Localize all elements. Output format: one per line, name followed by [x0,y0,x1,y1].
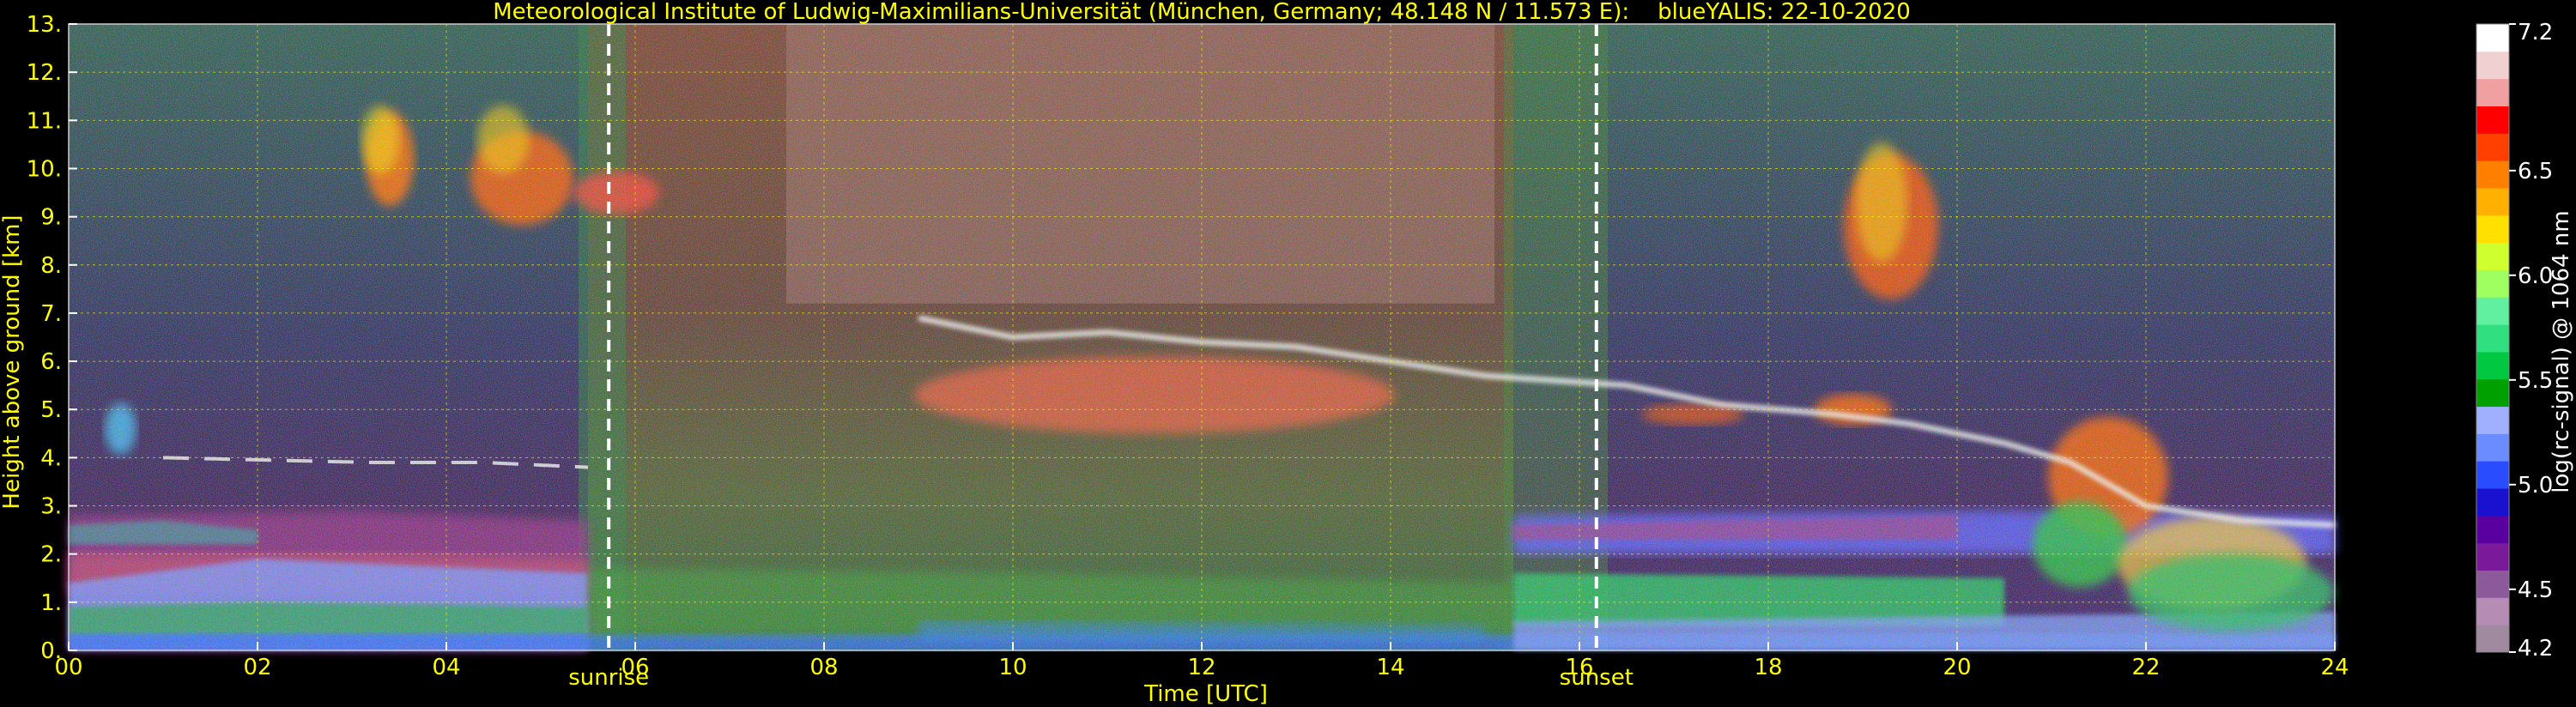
colorbar-segment [2476,160,2509,189]
x-tick-label: 16 [1565,655,1593,680]
colorbar-segment [2476,324,2509,353]
colorbar-tick-label: 6.5 [2518,159,2553,184]
colorbar-segment [2476,351,2509,380]
x-tick-label: 06 [621,655,649,680]
y-tick-label: 6. [40,349,62,375]
colorbar-segment [2476,625,2509,653]
x-axis-label: Time [UTC] [1143,681,1268,707]
y-axis-label: Height above ground [km] [0,215,25,509]
colorbar-segment [2476,597,2509,625]
x-tick-label: 12 [1187,655,1215,680]
y-tick-label: 9. [40,205,62,231]
x-tick-label: 02 [243,655,271,680]
colorbar-segment [2476,406,2509,434]
x-tick-label: 18 [1754,655,1782,680]
y-tick-label: 1. [40,590,62,616]
colorbar-segment [2476,24,2509,52]
colorbar-label: log(rc-signal) @ 1064 nm [2549,210,2574,492]
y-tick-label: 7. [40,301,62,327]
colorbar-segment [2476,242,2509,270]
lidar-quicklook: sunrise sunset 00 02 04 06 08 10 12 14 16 18 20 22 24… [0,0,2574,707]
colorbar-tick-label: 4.2 [2518,636,2553,662]
colorbar: 4.24.55.05.56.06.57.2 [2476,20,2553,662]
y-tick-label: 4. [40,445,62,471]
colorbar-segment [2476,187,2509,216]
colorbar-segment [2476,378,2509,408]
y-tick-label: 12. [27,60,62,86]
x-tick-label: 20 [1943,655,1971,680]
colorbar-segment [2476,106,2509,134]
colorbar-segment [2476,78,2509,106]
x-tick-label: 14 [1376,655,1404,680]
y-tick-label: 2. [40,542,62,568]
x-tick-label: 24 [2320,655,2349,680]
y-tick-label: 3. [40,494,62,520]
colorbar-segment [2476,542,2509,571]
colorbar-segment [2476,215,2509,244]
colorbar-segment [2476,570,2509,598]
x-tick-label: 08 [809,655,838,680]
colorbar-tick-label: 7.2 [2518,20,2553,45]
colorbar-segment [2476,515,2509,544]
colorbar-segment [2476,297,2509,325]
y-tick-label: 5. [40,397,62,423]
colorbar-tick-label: 4.5 [2518,577,2553,603]
colorbar-segment [2476,433,2509,462]
colorbar-segment [2476,488,2509,517]
colorbar-segment [2476,461,2509,489]
colorbar-segment [2476,51,2509,80]
chart-title: Meteorological Institute of Ludwig-Maxim… [493,0,1911,25]
x-tick-label: 04 [432,655,460,680]
x-tick-label: 10 [998,655,1027,680]
y-tick-label: 10. [27,156,62,182]
y-tick-label: 8. [40,253,62,279]
colorbar-segment [2476,269,2509,298]
colorbar-segment [2476,133,2509,161]
y-tick-label: 13. [27,12,62,38]
x-tick-label: 22 [2131,655,2160,680]
y-tick-label: 11. [27,108,62,134]
y-tick-label: 0. [40,638,62,664]
